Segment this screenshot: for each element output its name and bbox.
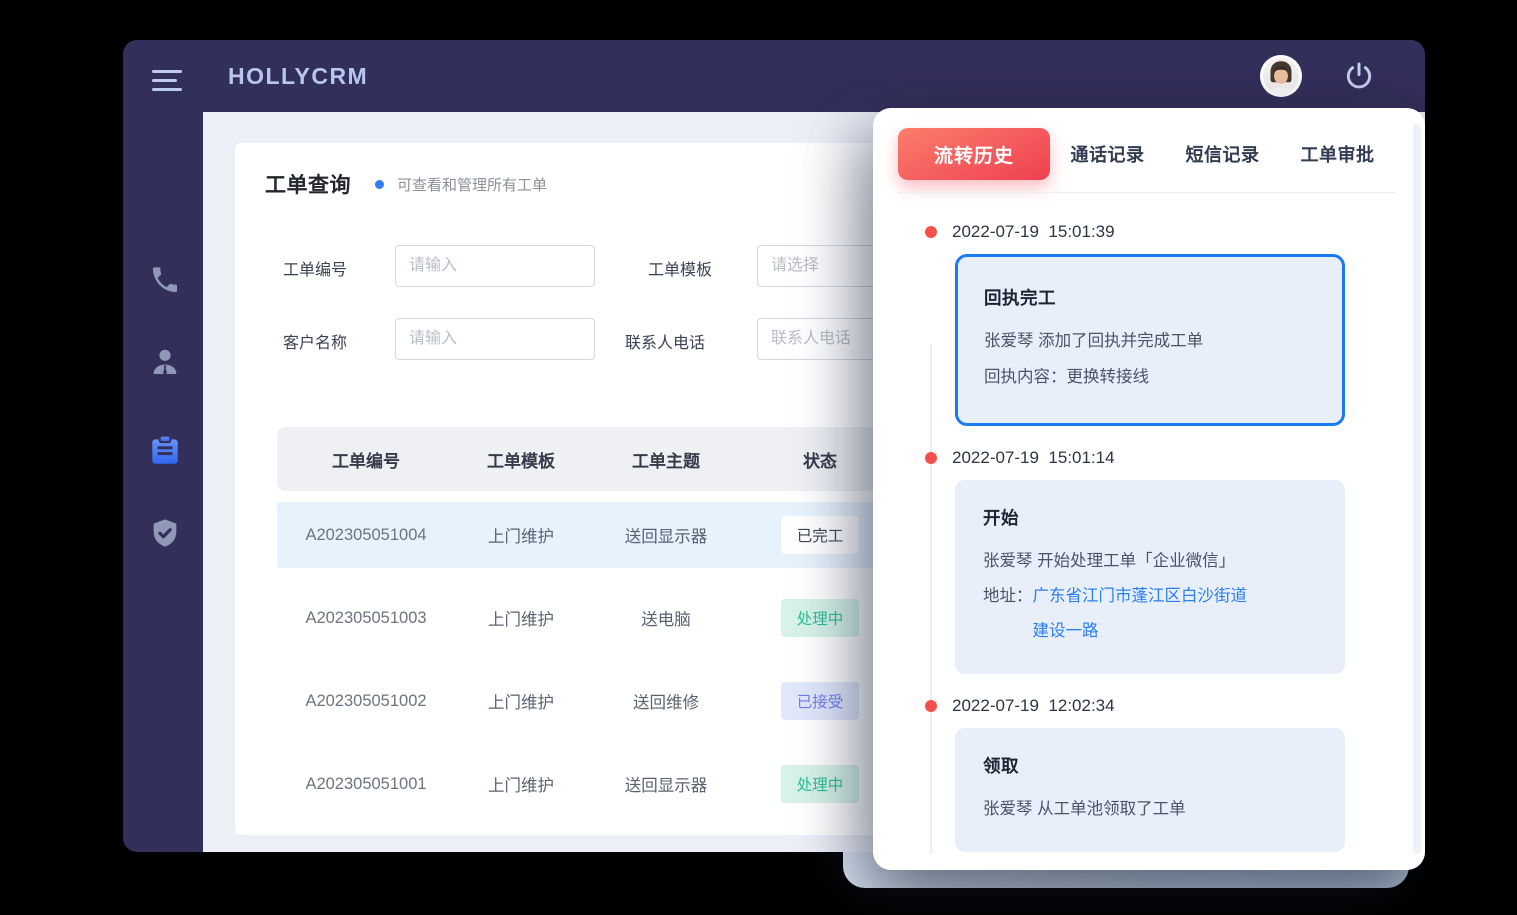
filter-label-order-id: 工单编号 (283, 256, 347, 280)
user-avatar[interactable] (1260, 55, 1302, 97)
cell-template: 上门维护 (488, 689, 554, 713)
col-header-status: 状态 (803, 447, 837, 472)
filter-label-contact-phone: 联系人电话 (625, 329, 705, 353)
timeline-time: 2022-07-19 12:02:34 (952, 696, 1115, 716)
sidebar-item-workorders-active[interactable] (147, 432, 183, 468)
timeline-card-line: 回执内容：更换转接线 (984, 359, 1322, 395)
col-header-topic: 工单主题 (632, 447, 700, 472)
clipboard-icon (147, 432, 183, 468)
workorder-detail-panel: 流转历史 通话记录 短信记录 工单审批 2022-07-19 15:01:39 … (873, 108, 1425, 870)
timeline-entry: 2022-07-19 15:01:39 回执完工 张爱琴 添加了回执并完成工单 … (925, 222, 1425, 426)
timeline-dot (925, 226, 937, 238)
address-label: 地址： (983, 579, 1033, 649)
cell-order-id: A202305051002 (305, 692, 426, 711)
tabs-divider (898, 192, 1395, 193)
screenshot-stage: HOLLYCRM (0, 0, 1517, 915)
timeline-entry: 2022-07-19 15:01:14 开始 张爱琴 开始处理工单「企业微信」 … (925, 448, 1425, 674)
cell-template: 上门维护 (488, 772, 554, 796)
timeline-line (930, 344, 932, 854)
phone-icon (149, 264, 181, 296)
menu-icon[interactable] (152, 70, 184, 94)
page-title: 工单查询 (265, 169, 351, 199)
tab-call-records[interactable]: 通话记录 (1050, 141, 1165, 167)
shield-check-icon (149, 517, 181, 549)
cell-template: 上门维护 (488, 606, 554, 630)
power-icon[interactable] (1343, 60, 1375, 92)
filter-label-template: 工单模板 (648, 256, 712, 280)
timeline-card-receipt-complete: 回执完工 张爱琴 添加了回执并完成工单 回执内容：更换转接线 (955, 254, 1345, 426)
col-header-template: 工单模板 (487, 447, 555, 472)
timeline-card-claim: 领取 张爱琴 从工单池领取了工单 (955, 728, 1345, 852)
timeline-dot (925, 700, 937, 712)
tab-sms-records[interactable]: 短信记录 (1165, 141, 1280, 167)
brand-logo: HOLLYCRM (228, 63, 368, 90)
sidebar-item-calls[interactable] (149, 264, 181, 296)
cell-order-id: A202305051003 (305, 609, 426, 628)
cell-topic: 送电脑 (641, 606, 691, 630)
filter-label-customer: 客户名称 (283, 329, 347, 353)
address-link[interactable]: 广东省江门市蓬江区白沙街道 建设一路 (1033, 579, 1248, 649)
order-id-input[interactable] (395, 245, 595, 287)
status-badge: 已完工 (781, 516, 859, 554)
timeline-time: 2022-07-19 15:01:39 (952, 222, 1115, 242)
timeline-card-line: 张爱琴 添加了回执并完成工单 (984, 323, 1322, 359)
timeline-card-line: 张爱琴 开始处理工单「企业微信」 (983, 543, 1325, 579)
col-header-order-id: 工单编号 (332, 447, 400, 472)
tab-circulation-history[interactable]: 流转历史 (898, 128, 1050, 180)
tab-workorder-approval[interactable]: 工单审批 (1280, 141, 1395, 167)
timeline-time: 2022-07-19 15:01:14 (952, 448, 1115, 468)
cell-order-id: A202305051004 (305, 526, 426, 545)
address-line1: 广东省江门市蓬江区白沙街道 (1033, 587, 1248, 605)
status-badge: 已接受 (781, 682, 859, 720)
address-line2: 建设一路 (1033, 622, 1099, 640)
detail-tabs: 流转历史 通话记录 短信记录 工单审批 (898, 128, 1395, 180)
page-subtitle: 可查看和管理所有工单 (397, 174, 547, 195)
timeline-card-title: 开始 (983, 505, 1325, 530)
customer-name-input[interactable] (395, 318, 595, 360)
timeline-card-start: 开始 张爱琴 开始处理工单「企业微信」 地址： 广东省江门市蓬江区白沙街道 建设… (955, 480, 1345, 674)
subtitle-dot (375, 180, 384, 189)
cell-topic: 送回维修 (633, 689, 699, 713)
cell-topic: 送回显示器 (625, 772, 708, 796)
sidebar-item-security[interactable] (149, 517, 181, 549)
status-badge: 处理中 (781, 765, 859, 803)
cell-template: 上门维护 (488, 523, 554, 547)
status-badge: 处理中 (781, 599, 859, 637)
avatar-photo-icon (1260, 55, 1302, 97)
sidebar-item-contacts[interactable] (149, 346, 181, 378)
person-icon (149, 346, 181, 378)
timeline-card-title: 回执完工 (984, 285, 1322, 310)
timeline-card-title: 领取 (983, 753, 1325, 778)
cell-order-id: A202305051001 (305, 775, 426, 794)
timeline-card-line: 张爱琴 从工单池领取了工单 (983, 791, 1325, 827)
timeline-entry: 2022-07-19 12:02:34 领取 张爱琴 从工单池领取了工单 (925, 696, 1425, 852)
cell-topic: 送回显示器 (625, 523, 708, 547)
timeline-dot (925, 452, 937, 464)
circulation-timeline: 2022-07-19 15:01:39 回执完工 张爱琴 添加了回执并完成工单 … (873, 204, 1425, 870)
